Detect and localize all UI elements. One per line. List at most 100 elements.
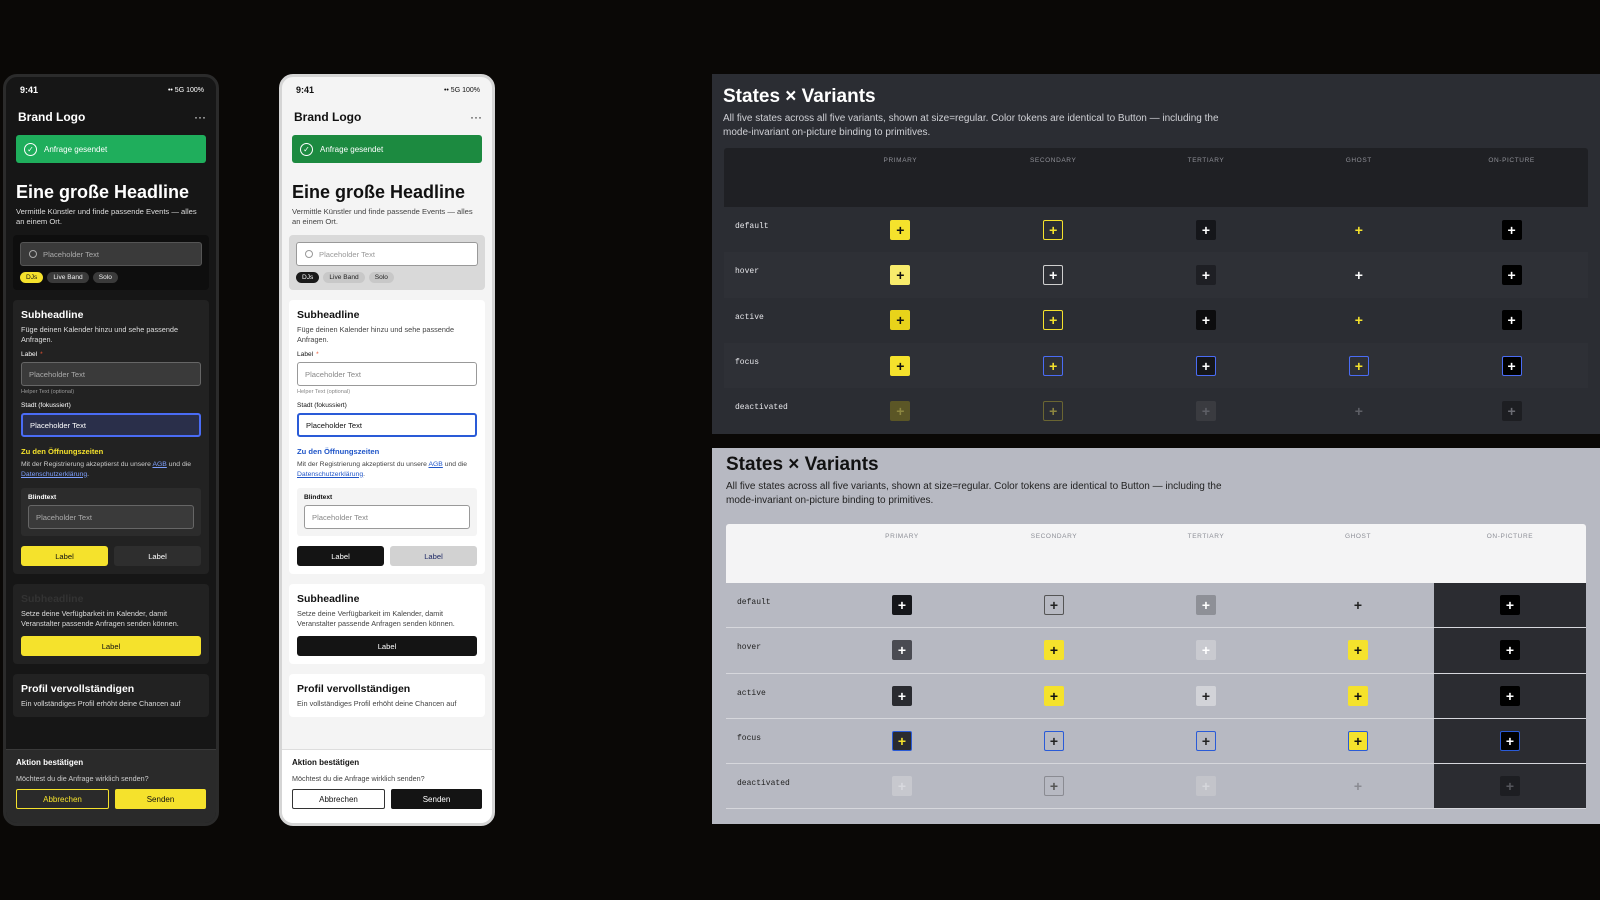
nested-text-field[interactable]: Placeholder Text — [304, 505, 470, 530]
plus-icon-button[interactable]: + — [1501, 355, 1522, 376]
send-button[interactable]: Senden — [115, 789, 206, 809]
plus-icon-button[interactable]: + — [1044, 776, 1064, 797]
plus-icon-button[interactable]: + — [1348, 355, 1369, 376]
plus-icon-button[interactable]: + — [1349, 220, 1369, 240]
plus-icon-button[interactable]: + — [1501, 264, 1522, 285]
plus-icon-button[interactable]: + — [1195, 355, 1216, 376]
secondary-button[interactable]: Label — [114, 546, 201, 567]
chip-djs[interactable]: DJs — [296, 272, 320, 283]
agb-link[interactable]: AGB — [152, 461, 166, 468]
privacy-link[interactable]: Datenschutzerklärung — [297, 471, 363, 478]
agb-link[interactable]: AGB — [428, 461, 442, 468]
secondary-button[interactable]: Label — [390, 546, 477, 567]
chip-djs[interactable]: DJs — [20, 272, 44, 283]
plus-icon-button[interactable]: + — [1348, 640, 1368, 661]
plus-icon-button[interactable]: + — [1349, 401, 1369, 421]
cell-tertiary: + — [1130, 764, 1282, 808]
cell-secondary: + — [978, 674, 1130, 718]
form-card: Subheadline Füge deinen Kalender hinzu u… — [13, 300, 209, 575]
focused-text-field[interactable]: Placeholder Text — [297, 413, 477, 437]
plus-icon-button[interactable]: + — [1500, 640, 1520, 661]
nested-text-field[interactable]: Placeholder Text — [28, 505, 194, 530]
plus-icon-button[interactable]: + — [1348, 731, 1368, 752]
plus-icon-button[interactable]: + — [1043, 264, 1064, 285]
plus-icon-button[interactable]: + — [1195, 400, 1216, 421]
cancel-button[interactable]: Abbrechen — [292, 789, 385, 809]
plus-icon-button[interactable]: + — [1196, 685, 1216, 706]
plus-icon-button[interactable]: + — [1501, 310, 1522, 331]
plus-icon-button[interactable]: + — [1043, 310, 1064, 331]
plus-icon-button[interactable]: + — [1500, 731, 1520, 752]
plus-icon-button[interactable]: + — [1044, 685, 1064, 706]
more-menu-icon[interactable]: ··· — [194, 111, 206, 123]
text-field[interactable]: Placeholder Text — [21, 362, 201, 386]
plus-icon-button[interactable]: + — [1195, 264, 1216, 285]
chip-solo[interactable]: Solo — [92, 272, 118, 283]
panel-description: All five states across all five variants… — [726, 481, 1222, 506]
more-menu-icon[interactable]: ··· — [470, 111, 482, 123]
plus-icon-button[interactable]: + — [892, 776, 912, 797]
brand-logo[interactable]: Brand Logo — [294, 110, 361, 124]
full-width-button[interactable]: Label — [21, 636, 201, 657]
plus-icon-button[interactable]: + — [1044, 595, 1064, 616]
plus-icon-button[interactable]: + — [1196, 731, 1216, 752]
plus-icon-button[interactable]: + — [1500, 685, 1520, 706]
focused-text-field[interactable]: Placeholder Text — [21, 413, 201, 437]
send-button[interactable]: Senden — [391, 789, 482, 809]
search-input[interactable]: Placeholder Text — [20, 242, 202, 266]
plus-icon-button[interactable]: + — [1349, 265, 1369, 285]
opening-hours-link[interactable]: Zu den Öffnungszeiten — [297, 447, 477, 456]
plus-icon-button[interactable]: + — [1500, 595, 1520, 616]
text-field[interactable]: Placeholder Text — [297, 362, 477, 386]
plus-icon-button[interactable]: + — [892, 685, 912, 706]
cell-primary: + — [824, 388, 977, 433]
plus-icon-button[interactable]: + — [890, 400, 911, 421]
plus-icon-button[interactable]: + — [890, 310, 911, 331]
cell-secondary: + — [977, 252, 1130, 297]
chip-live-band[interactable]: Live Band — [47, 272, 89, 283]
plus-icon-button[interactable]: + — [1196, 595, 1216, 616]
plus-icon-button[interactable]: + — [1044, 640, 1064, 661]
search-placeholder: Placeholder Text — [43, 249, 100, 259]
helper-text: Helper Text (optional) — [297, 389, 351, 395]
plus-icon-button[interactable]: + — [892, 731, 912, 752]
primary-button[interactable]: Label — [297, 546, 384, 567]
plus-icon-button[interactable]: + — [1349, 310, 1369, 330]
plus-icon-button[interactable]: + — [1348, 776, 1368, 796]
plus-icon-button[interactable]: + — [1195, 219, 1216, 240]
chip-live-band[interactable]: Live Band — [323, 272, 365, 283]
plus-icon-button[interactable]: + — [1348, 595, 1368, 615]
profile-card: Profil vervollständigen Ein vollständige… — [13, 674, 209, 717]
plus-icon-button[interactable]: + — [1196, 640, 1216, 661]
card-text: Ein vollständiges Profil erhöht deine Ch… — [297, 699, 457, 709]
cancel-button[interactable]: Abbrechen — [16, 789, 109, 809]
plus-icon-button[interactable]: + — [1043, 400, 1064, 421]
sheet-actions: Abbrechen Senden — [292, 789, 482, 809]
plus-icon-button[interactable]: + — [1501, 400, 1522, 421]
plus-icon-button[interactable]: + — [1043, 219, 1064, 240]
header-spacer — [726, 524, 826, 583]
field-placeholder: Placeholder Text — [305, 369, 362, 379]
primary-button[interactable]: Label — [21, 546, 108, 567]
cell-ghost: + — [1282, 674, 1434, 718]
plus-icon-button[interactable]: + — [1501, 219, 1522, 240]
plus-icon-button[interactable]: + — [1195, 310, 1216, 331]
plus-icon-button[interactable]: + — [890, 264, 911, 285]
state-label: active — [737, 688, 766, 698]
plus-icon-button[interactable]: + — [890, 219, 911, 240]
confirm-bottom-sheet: Aktion bestätigen Möchtest du die Anfrag… — [6, 749, 216, 823]
privacy-link[interactable]: Datenschutzerklärung — [21, 471, 87, 478]
opening-hours-link[interactable]: Zu den Öffnungszeiten — [21, 447, 201, 456]
plus-icon-button[interactable]: + — [890, 355, 911, 376]
full-width-button[interactable]: Label — [297, 636, 477, 657]
plus-icon-button[interactable]: + — [1500, 776, 1520, 797]
chip-solo[interactable]: Solo — [368, 272, 394, 283]
plus-icon-button[interactable]: + — [892, 595, 912, 616]
brand-logo[interactable]: Brand Logo — [18, 110, 85, 124]
plus-icon-button[interactable]: + — [1196, 776, 1216, 797]
plus-icon-button[interactable]: + — [1043, 355, 1064, 376]
plus-icon-button[interactable]: + — [1348, 685, 1368, 706]
search-input[interactable]: Placeholder Text — [296, 242, 478, 266]
plus-icon-button[interactable]: + — [1044, 731, 1064, 752]
plus-icon-button[interactable]: + — [892, 640, 912, 661]
